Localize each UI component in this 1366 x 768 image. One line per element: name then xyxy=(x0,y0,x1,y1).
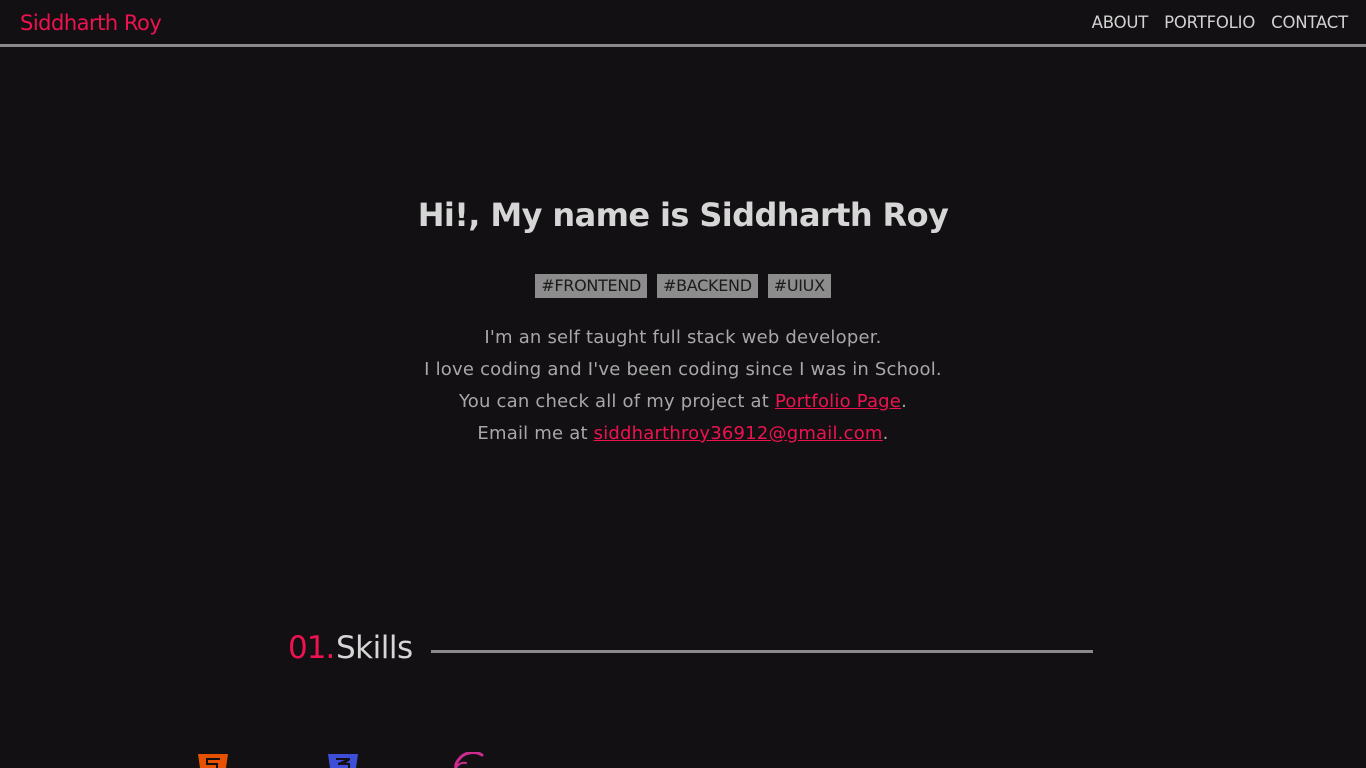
nav-contact[interactable]: CONTACT xyxy=(1271,13,1348,32)
navbar: Siddharth Roy ABOUT PORTFOLIO CONTACT xyxy=(0,0,1366,47)
section-title: Skills xyxy=(336,630,413,666)
brand-link[interactable]: Siddharth Roy xyxy=(20,11,162,35)
tag-list: #FRONTEND #BACKEND #UIUX xyxy=(0,274,1366,298)
intro-line-2: I love coding and I've been coding since… xyxy=(424,359,942,380)
hero-title: Hi!, My name is Siddharth Roy xyxy=(417,196,949,234)
intro-line-1: I'm an self taught full stack web develo… xyxy=(484,327,882,348)
email-link[interactable]: siddharthroy36912@gmail.com xyxy=(594,423,883,444)
html5-icon xyxy=(198,754,228,768)
section-number: 01. xyxy=(288,630,335,666)
intro-line-4-suffix: . xyxy=(882,423,889,444)
tag-uiux: #UIUX xyxy=(767,274,831,298)
intro-line-4: Email me at siddharthroy36912@gmail.com. xyxy=(0,418,1366,450)
skills-icon-row xyxy=(0,752,1366,768)
nav-links: ABOUT PORTFOLIO CONTACT xyxy=(1092,13,1349,32)
section-divider xyxy=(431,650,1093,653)
tag-backend: #BACKEND xyxy=(657,274,758,298)
intro-line-3-suffix: . xyxy=(901,391,908,412)
intro-line-4-prefix: Email me at xyxy=(477,423,594,444)
css3-icon xyxy=(328,754,358,768)
skills-section-heading: 01. Skills xyxy=(288,630,1093,670)
nav-about[interactable]: ABOUT xyxy=(1092,13,1149,32)
tag-frontend: #FRONTEND xyxy=(535,274,648,298)
intro-line-3-prefix: You can check all of my project at xyxy=(458,391,775,412)
intro-line-3: You can check all of my project at Portf… xyxy=(0,386,1366,418)
nav-portfolio[interactable]: PORTFOLIO xyxy=(1164,13,1255,32)
sass-icon xyxy=(454,752,484,768)
portfolio-page-link[interactable]: Portfolio Page xyxy=(775,391,901,412)
intro-text: I'm an self taught full stack web develo… xyxy=(0,322,1366,450)
